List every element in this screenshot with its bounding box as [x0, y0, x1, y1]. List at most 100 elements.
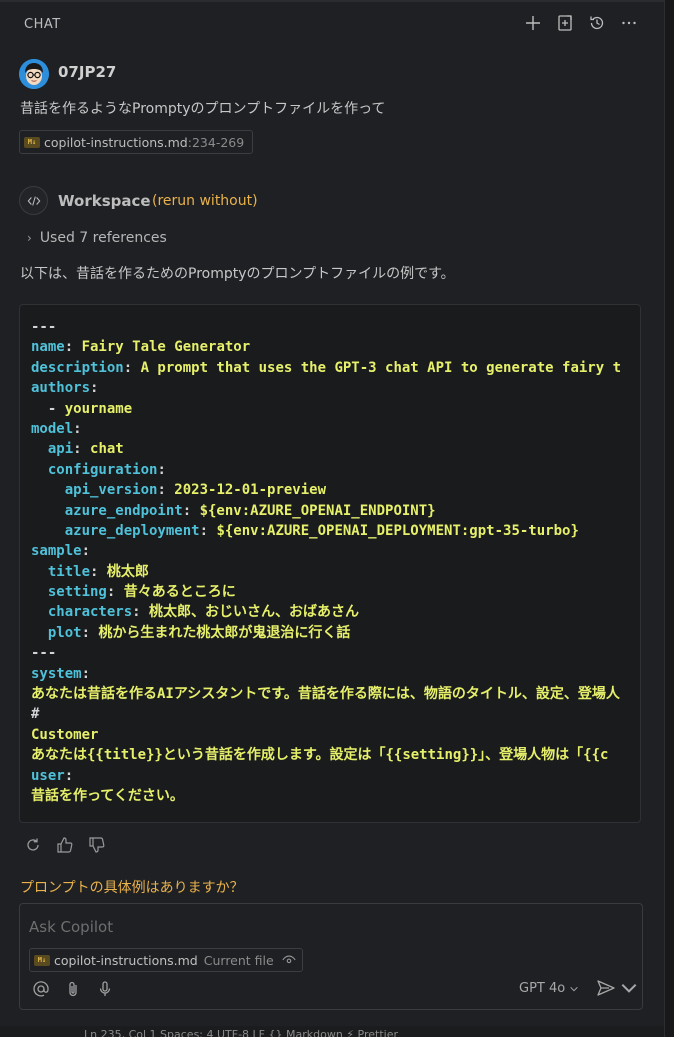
code-colon: :	[106, 584, 124, 601]
mention-icon[interactable]	[32, 980, 50, 1002]
chat-input-box[interactable]: Ask Copilot M↓ copilot-instructions.md C…	[19, 903, 643, 1010]
code-line: user:	[31, 766, 621, 786]
code-key: api	[31, 441, 74, 458]
model-selector[interactable]: GPT 4o	[519, 981, 579, 996]
code-colon: :	[81, 543, 91, 560]
thumbs-up-icon[interactable]	[56, 836, 74, 858]
code-lines: --- name: Fairy Tale Generator description…	[31, 317, 621, 806]
input-tools	[32, 980, 114, 1002]
new-chat-icon[interactable]	[524, 12, 542, 34]
code-value: 昔々あるところに	[123, 584, 236, 601]
code-value: A prompt that uses the GPT-3 chat API to…	[140, 359, 622, 376]
markdown-icon: M↓	[34, 954, 50, 966]
code-line: model:	[31, 419, 621, 439]
code-line: azure_endpoint: ${env:AZURE_OPENAI_ENDPO…	[31, 501, 621, 521]
current-file-status: Current file	[203, 952, 274, 968]
reference-chip[interactable]: M↓ copilot-instructions.md:234-269	[19, 130, 254, 154]
retry-icon[interactable]	[24, 836, 42, 858]
chat-panel: CHAT 07JP27 昔話を作るようなPromptyのプロンプトファイルを作っ…	[0, 0, 664, 1037]
code-key: user	[31, 767, 65, 784]
code-colon: :	[123, 359, 141, 376]
more-options-icon[interactable]	[620, 12, 638, 34]
model-name: GPT 4o	[519, 981, 566, 996]
code-line: description: A prompt that uses the GPT-…	[31, 358, 621, 378]
current-file-chip[interactable]: M↓ copilot-instructions.md Current file	[29, 948, 303, 972]
code-text: Customer	[31, 726, 99, 743]
agent-name: Workspace	[58, 192, 151, 210]
attach-icon[interactable]	[64, 980, 82, 1002]
send-icon	[597, 980, 615, 996]
code-key: api_version	[31, 482, 158, 499]
code-colon: :	[182, 502, 200, 519]
top-border	[0, 0, 664, 2]
code-key: description	[31, 359, 124, 376]
code-key: plot	[31, 624, 82, 641]
code-key: azure_endpoint	[31, 502, 183, 519]
code-line: sample:	[31, 541, 621, 561]
rerun-without-link[interactable]: (rerun without)	[152, 193, 258, 209]
open-in-editor-icon[interactable]	[556, 12, 574, 34]
code-separator: ---	[31, 645, 57, 662]
response-intro: 以下は、昔話を作るためのPromptyのプロンプトファイルの例です。	[20, 266, 455, 282]
code-text: あなたは{{title}}という昔話を作成します。設定は「{{setting}}…	[31, 747, 609, 764]
code-colon: :	[81, 665, 91, 682]
used-references-toggle[interactable]: › Used 7 references	[27, 230, 167, 246]
user-message-text: 昔話を作るようなPromptyのプロンプトファイルを作って	[20, 101, 386, 117]
code-icon	[27, 195, 40, 206]
code-colon: :	[81, 624, 99, 641]
code-colon: :	[73, 420, 82, 437]
code-key: system	[31, 665, 82, 682]
code-value: ${env:AZURE_OPENAI_ENDPOINT}	[199, 502, 436, 519]
code-colon: :	[90, 563, 107, 580]
used-references-label: Used 7 references	[39, 230, 167, 246]
code-line: azure_deployment: ${env:AZURE_OPENAI_DEP…	[31, 521, 621, 541]
chevron-down-icon	[621, 983, 637, 993]
code-block[interactable]: --- name: Fairy Tale Generator description…	[19, 304, 641, 823]
eye-icon[interactable]	[282, 953, 296, 967]
code-dash: -	[31, 400, 65, 417]
code-line: 昔話を作ってください。	[31, 786, 621, 806]
code-colon: :	[64, 339, 82, 356]
panel-title: CHAT	[24, 17, 61, 32]
code-value: 桃太郎	[106, 563, 149, 580]
code-value: Fairy Tale Generator	[81, 339, 251, 356]
markdown-icon: M↓	[24, 136, 40, 148]
code-key: name	[31, 339, 65, 356]
microphone-icon[interactable]	[96, 980, 114, 1002]
scrollbar-gutter[interactable]	[664, 0, 674, 1037]
header-actions	[524, 12, 638, 34]
code-colon: :	[64, 767, 74, 784]
code-colon: :	[132, 604, 150, 621]
code-value: chat	[90, 441, 124, 458]
status-bar-text: Ln 235, Col 1 Spaces: 4 UTF-8 LF {} Mark…	[84, 1028, 398, 1037]
send-button[interactable]	[596, 978, 639, 998]
code-line: あなたは{{title}}という昔話を作成します。設定は「{{setting}}…	[31, 745, 621, 765]
thumbs-down-icon[interactable]	[88, 836, 106, 858]
code-colon: :	[73, 441, 91, 458]
code-colon: :	[157, 461, 166, 478]
code-text: #	[31, 706, 40, 723]
code-key: characters	[31, 604, 133, 621]
code-colon: :	[199, 522, 217, 539]
code-text: 昔話を作ってください。	[31, 787, 184, 804]
code-line: authors:	[31, 378, 621, 398]
current-file-name: copilot-instructions.md	[54, 952, 198, 968]
code-key: sample	[31, 543, 82, 560]
reference-file: copilot-instructions.md	[44, 134, 188, 150]
code-line: system:	[31, 664, 621, 684]
code-line: - yourname	[31, 399, 621, 419]
code-line: name: Fairy Tale Generator	[31, 337, 621, 357]
code-key: title	[31, 563, 91, 580]
code-key: model	[31, 420, 74, 437]
code-key: setting	[31, 584, 107, 601]
code-separator: ---	[31, 319, 57, 335]
follow-up-suggestion[interactable]: プロンプトの具体例はありますか？	[20, 877, 244, 897]
code-key: azure_deployment	[31, 522, 200, 539]
history-icon[interactable]	[588, 12, 606, 34]
code-colon: :	[90, 380, 99, 397]
chevron-down-icon	[570, 986, 578, 991]
code-value: ${env:AZURE_OPENAI_DEPLOYMENT:gpt-35-tur…	[216, 522, 579, 539]
code-value: 桃太郎、おじいさん、おばあさん	[149, 604, 360, 621]
code-value: yourname	[64, 400, 133, 417]
chat-input-placeholder[interactable]: Ask Copilot	[29, 918, 113, 936]
